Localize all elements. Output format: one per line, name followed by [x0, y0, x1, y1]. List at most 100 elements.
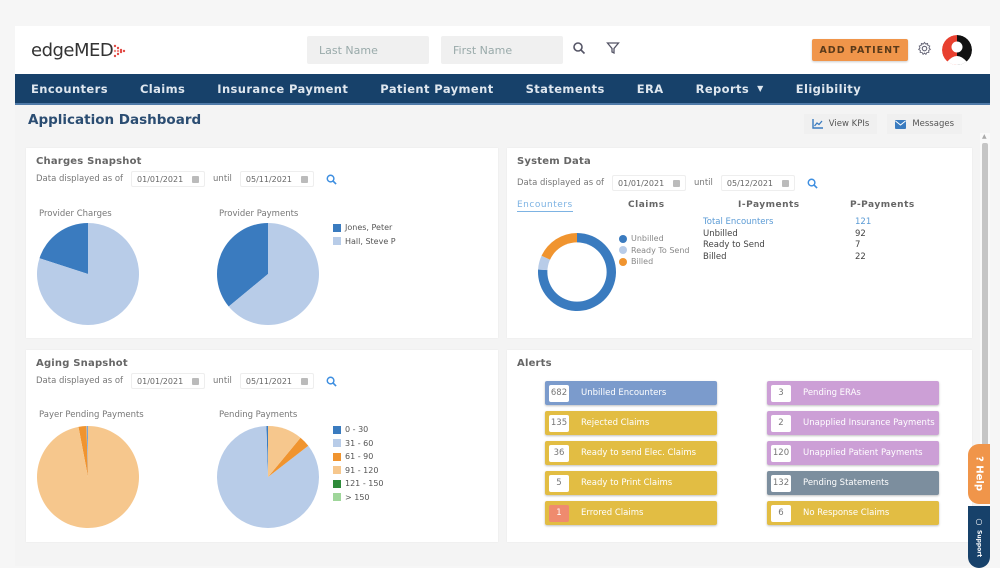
stat-label: Ready to Send [703, 240, 765, 251]
from-date-input[interactable]: 01/01/2021 [131, 373, 206, 389]
search-icon[interactable] [326, 174, 337, 185]
nav-patient-payment[interactable]: Patient Payment [380, 82, 493, 96]
date-prefix: Data displayed as of [36, 174, 124, 184]
alert-right-3[interactable]: 132 Pending Statements [767, 471, 939, 495]
legend-label: 61 - 90 [345, 452, 374, 462]
alert-right-1[interactable]: 2 Unapplied Insurance Payments [767, 411, 939, 435]
tab-p-payments[interactable]: P-Payments [850, 200, 915, 210]
nav-insurance-payment[interactable]: Insurance Payment [217, 82, 348, 96]
alert-right-4[interactable]: 6 No Response Claims [767, 501, 939, 525]
support-label: Support [975, 529, 983, 558]
edgemed-logo[interactable]: edgeMED [31, 40, 127, 61]
legend-swatch [333, 237, 341, 246]
user-avatar[interactable] [942, 35, 972, 65]
legend-item: Ready To Send [619, 245, 690, 257]
nav-statements[interactable]: Statements [526, 82, 605, 96]
legend-item: 31 - 60 [333, 437, 384, 451]
legend-item: Jones, Peter [333, 221, 396, 235]
to-date-input[interactable]: 05/11/2021 [239, 171, 314, 187]
legend-item: Billed [619, 256, 690, 268]
tab-encounters[interactable]: Encounters [517, 200, 573, 212]
stat-label: Billed [703, 252, 727, 263]
last-name-input[interactable] [307, 36, 429, 64]
alert-left-2[interactable]: 36 Ready to send Elec. Claims [545, 441, 717, 465]
gear-icon[interactable] [917, 41, 935, 59]
legend-swatch [333, 425, 341, 434]
alert-label: Unapplied Patient Payments [803, 448, 923, 458]
card-title: Charges Snapshot [36, 156, 142, 167]
app-window: edgeMED ADD PATIENT [15, 26, 990, 568]
alert-label: Unapplied Insurance Payments [803, 418, 935, 428]
search-icon[interactable] [807, 178, 818, 189]
nav-encounters[interactable]: Encounters [31, 82, 108, 96]
legend-label: 0 - 30 [345, 425, 369, 435]
to-date-input[interactable]: 05/11/2021 [239, 373, 314, 389]
stat-row: Billed 22 [703, 252, 871, 264]
charges-snapshot-card: Charges Snapshot Data displayed as of 01… [26, 148, 498, 338]
nav-claims[interactable]: Claims [140, 82, 185, 96]
date-range: Data displayed as of 01/01/2021 until 05… [36, 171, 337, 187]
chart-title: Payer Pending Payments [39, 410, 144, 420]
date-value: 01/01/2021 [137, 174, 184, 184]
alert-label: Ready to send Elec. Claims [581, 448, 697, 458]
to-date-input[interactable]: 05/12/2021 [720, 175, 795, 191]
scroll-up-arrow-icon[interactable]: ▲ [982, 133, 987, 140]
help-tab[interactable]: ? Help [968, 444, 990, 504]
alert-label: Pending Statements [803, 478, 889, 488]
alert-count: 132 [771, 474, 791, 492]
first-name-input[interactable] [441, 36, 563, 64]
tab-claims[interactable]: Claims [628, 200, 665, 210]
legend-label: Unbilled [631, 234, 664, 244]
stat-row: Unbilled 92 [703, 229, 871, 241]
legend-swatch [619, 234, 627, 243]
alert-label: No Response Claims [803, 508, 890, 518]
nav-label: Encounters [31, 81, 108, 96]
from-date-input[interactable]: 01/01/2021 [131, 171, 206, 187]
legend-label: 121 - 150 [345, 479, 384, 489]
legend-label: Ready To Send [631, 245, 690, 255]
alert-left-0[interactable]: 682 Unbilled Encounters [545, 381, 717, 405]
envelope-icon [895, 119, 907, 129]
nav-eligibility[interactable]: Eligibility [796, 82, 861, 96]
aging-snapshot-card: Aging Snapshot Data displayed as of 01/0… [26, 350, 498, 542]
alert-label: Errored Claims [581, 508, 644, 518]
nav-label: Insurance Payment [217, 81, 349, 96]
nav-era[interactable]: ERA [637, 82, 664, 96]
messages-button[interactable]: Messages [887, 114, 962, 134]
until-label: until [694, 178, 713, 188]
alert-right-2[interactable]: 120 Unapplied Patient Payments [767, 441, 939, 465]
provider-legend: Jones, Peter Hall, Steve P [333, 221, 396, 248]
alert-left-1[interactable]: 135 Rejected Claims [545, 411, 717, 435]
search-icon[interactable] [326, 376, 337, 387]
tab-i-payments[interactable]: I-Payments [738, 200, 800, 210]
add-patient-button[interactable]: ADD PATIENT [812, 39, 908, 61]
pie-slice-91-120[interactable] [37, 426, 140, 528]
support-tab[interactable]: ○ Support [968, 506, 990, 568]
alert-left-3[interactable]: 5 Ready to Print Claims [545, 471, 717, 495]
legend-label: 91 - 120 [345, 465, 379, 475]
nav-label: Claims [139, 81, 186, 96]
legend-swatch [333, 466, 341, 475]
from-date-input[interactable]: 01/01/2021 [612, 175, 687, 191]
alert-left-4[interactable]: 1 Errored Claims [545, 501, 717, 525]
search-icon[interactable] [572, 40, 590, 58]
stat-label[interactable]: Total Encounters [703, 217, 855, 229]
until-label: until [213, 174, 232, 184]
chevron-down-icon: ▼ [757, 84, 764, 93]
nav-label: ERA [636, 81, 664, 96]
stat-value: 22 [855, 252, 866, 263]
alert-count: 1 [549, 504, 569, 522]
legend-item: 0 - 30 [333, 423, 384, 437]
nav-label: Eligibility [795, 81, 862, 96]
filter-icon[interactable] [606, 40, 624, 58]
view-kpis-button[interactable]: View KPIs [803, 114, 878, 134]
legend-item: Unbilled [619, 233, 690, 245]
alert-right-0[interactable]: 3 Pending ERAs [767, 381, 939, 405]
legend-swatch [333, 439, 341, 448]
pending-payments-pie [217, 426, 319, 528]
nav-reports[interactable]: Reports ▼ [696, 82, 764, 96]
alert-label: Pending ERAs [803, 388, 861, 398]
stat-value[interactable]: 121 [855, 217, 871, 229]
donut-hole [547, 242, 607, 302]
encounters-donut [538, 233, 616, 311]
